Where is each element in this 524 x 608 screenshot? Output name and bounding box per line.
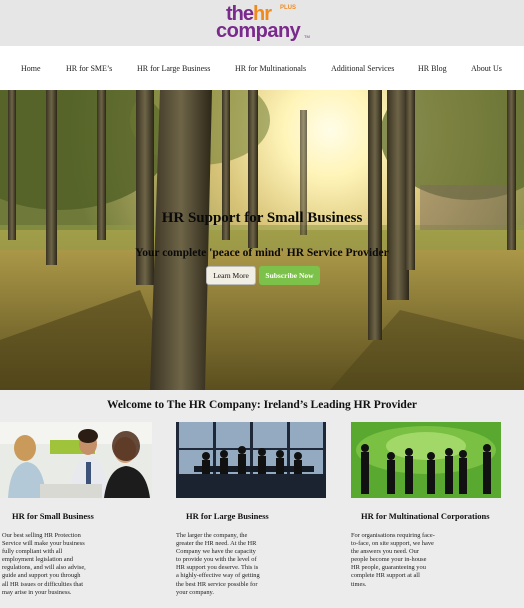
nav-about-us[interactable]: About Us xyxy=(471,64,502,73)
logo-word-company: company xyxy=(216,20,301,42)
hero-banner: HR Support for Small Business Your compl… xyxy=(0,90,524,390)
card-text-line: For organisations requiring face- xyxy=(351,532,435,539)
card-text-line: guide and support you through xyxy=(2,572,81,580)
multinational-image[interactable] xyxy=(351,422,501,498)
subscribe-now-button[interactable]: Subscribe Now xyxy=(259,266,320,285)
card-title-multinational[interactable]: HR for Multinational Corporations xyxy=(361,511,490,521)
card-text-line: The larger the company, the xyxy=(176,532,248,539)
nav-hr-blog[interactable]: HR Blog xyxy=(418,64,447,73)
card-text-line: your company. xyxy=(176,588,214,596)
card-text-large-business: The larger the company, the greater the … xyxy=(176,532,260,597)
card-text-line: Our best selling HR Protection xyxy=(2,532,81,539)
card-text-line: HR people, guaranteeing you xyxy=(351,564,426,572)
large-business-image[interactable] xyxy=(176,422,326,498)
card-text-line: greater the HR need. At the HR xyxy=(176,540,257,548)
card-text-line: Company we have the capacity xyxy=(176,548,256,556)
card-text-line: HR support you deserve. This is xyxy=(176,564,259,572)
hero-subtitle: Your complete 'peace of mind' HR Service… xyxy=(135,247,389,259)
card-text-line: fully compliant with all xyxy=(2,548,63,556)
nav-home[interactable]: Home xyxy=(21,64,41,73)
card-text-line: Service will make your business xyxy=(2,540,85,548)
card-text-line: the best HR service possible for xyxy=(176,580,258,588)
card-text-line: to provide you with the level of xyxy=(176,556,257,564)
card-text-line: regulations, and will also advise, xyxy=(2,564,86,572)
company-logo[interactable]: thehr PLUS company TM xyxy=(216,3,316,43)
card-text-line: times. xyxy=(351,580,367,588)
nav-hr-for-smes[interactable]: HR for SME’s xyxy=(66,64,112,73)
main-nav: Home HR for SME’s HR for Large Business … xyxy=(0,46,524,90)
hero-forest-image xyxy=(0,90,524,390)
card-text-line: to-face, on site support, we have xyxy=(351,540,434,548)
logo-plus-mark: PLUS xyxy=(280,5,297,11)
card-text-line: employment legislation and xyxy=(2,556,73,564)
card-text-line: a highly-effective way of getting xyxy=(176,572,260,580)
small-business-image[interactable] xyxy=(0,422,152,498)
card-text-line: the answers you need. Our xyxy=(351,548,419,556)
nav-additional-services[interactable]: Additional Services xyxy=(331,64,394,73)
nav-hr-large-business[interactable]: HR for Large Business xyxy=(137,64,210,73)
card-text-line: complete HR support at all xyxy=(351,572,420,580)
nav-hr-multinationals[interactable]: HR for Multinationals xyxy=(235,64,306,73)
logo-trademark: TM xyxy=(304,34,310,39)
card-title-small-business[interactable]: HR for Small Business xyxy=(12,511,94,521)
card-text-small-business: Our best selling HR Protection Service w… xyxy=(2,532,86,597)
card-text-multinational: For organisations requiring face- to-fac… xyxy=(351,532,435,589)
learn-more-button[interactable]: Learn More xyxy=(206,266,256,285)
card-text-line: all HR issues or difficulties that xyxy=(2,580,83,588)
hero-title: HR Support for Small Business xyxy=(161,210,363,226)
card-text-line: may arise in your business. xyxy=(2,588,72,596)
welcome-heading: Welcome to The HR Company: Ireland’s Lea… xyxy=(106,399,418,411)
header-logo-bar: thehr PLUS company TM xyxy=(0,0,524,46)
card-text-line: people become your in-house xyxy=(351,556,427,564)
card-title-large-business[interactable]: HR for Large Business xyxy=(186,511,269,521)
